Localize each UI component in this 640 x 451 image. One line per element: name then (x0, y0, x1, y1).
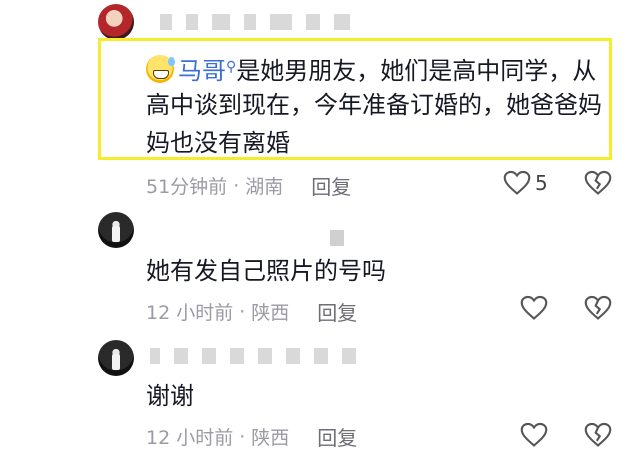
heart-outline-icon[interactable] (520, 422, 548, 448)
timestamp: 51分钟前 (146, 176, 228, 198)
comment-text: 谢谢 (146, 382, 194, 410)
comment-item: 谢谢 12 小时前 · 陕西 回复 (0, 330, 640, 450)
search-icon[interactable]: ⚲ (226, 59, 236, 75)
comment-meta: 12 小时前 · 陕西 回复 (146, 297, 357, 326)
separator: · (233, 174, 240, 197)
location: 陕西 (251, 302, 290, 324)
heart-outline-icon[interactable] (503, 170, 531, 196)
mention-link[interactable]: 马哥 (178, 57, 226, 85)
avatar[interactable] (98, 212, 134, 248)
comment-meta: 51分钟前 · 湖南 回复 (146, 171, 351, 200)
comment-text: 她有发自己照片的号吗 (146, 257, 386, 285)
grinning-sweat-emoji-icon (146, 55, 175, 83)
avatar[interactable] (98, 4, 134, 40)
username-redacted (150, 346, 356, 366)
broken-heart-icon[interactable] (584, 422, 612, 448)
heart-outline-icon[interactable] (520, 295, 548, 321)
comment-text-line: 高中谈到现在，今年准备订婚的，她爸爸妈 (146, 91, 602, 119)
reply-button[interactable]: 回复 (311, 171, 351, 200)
location: 湖南 (245, 176, 284, 198)
username-redacted (330, 230, 344, 246)
comment-text: 马哥⚲是她男朋友，她们是高中同学，从 (146, 48, 596, 90)
broken-heart-icon[interactable] (584, 170, 612, 196)
comment-item: 她有发自己照片的号吗 12 小时前 · 陕西 回复 (0, 200, 640, 330)
timestamp: 12 小时前 (146, 302, 234, 324)
reply-button[interactable]: 回复 (317, 297, 357, 326)
username-redacted (160, 12, 350, 32)
like-count: 5 (535, 171, 548, 195)
separator: · (239, 300, 246, 323)
broken-heart-icon[interactable] (584, 295, 612, 321)
avatar[interactable] (98, 340, 134, 376)
comment-text-line: 妈也没有离婚 (146, 129, 290, 157)
comment-item: 马哥⚲是她男朋友，她们是高中同学，从 高中谈到现在，今年准备订婚的，她爸爸妈 妈… (0, 0, 640, 200)
